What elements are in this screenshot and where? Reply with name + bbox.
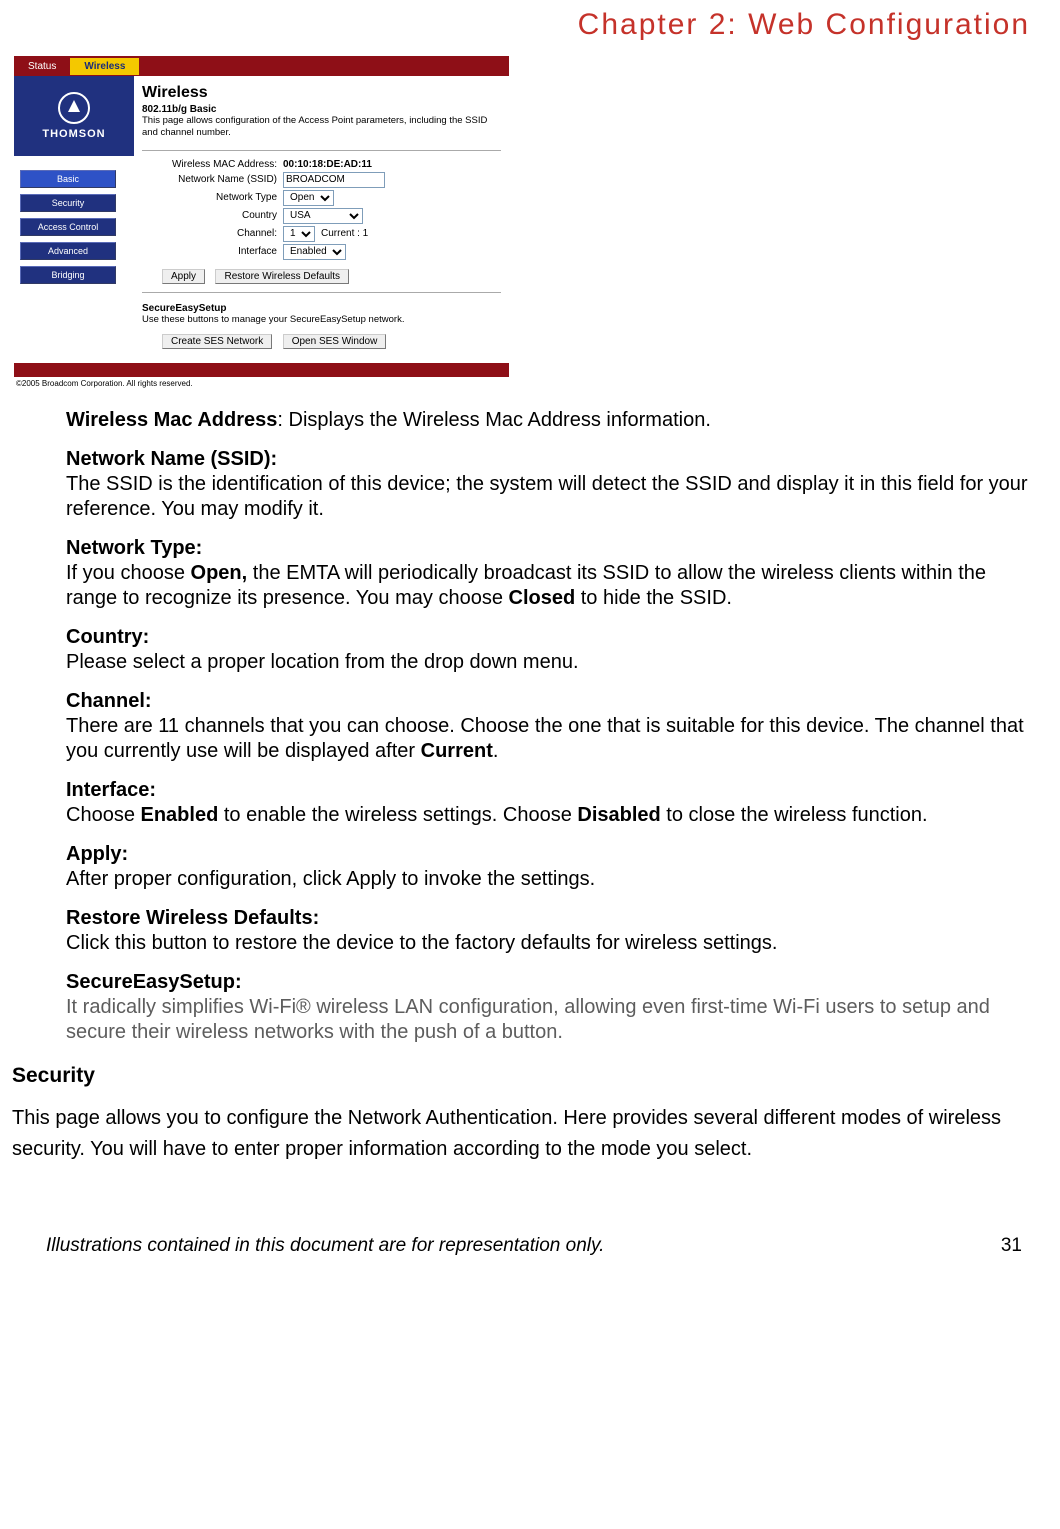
divider <box>142 150 501 151</box>
nettype-select[interactable]: Open <box>283 190 334 206</box>
page-number: 31 <box>1001 1235 1022 1257</box>
topbar: Status Wireless <box>14 56 509 76</box>
item-channel: Channel: There are 11 channels that you … <box>66 689 1042 764</box>
country-select[interactable]: USA <box>283 208 363 224</box>
sidebar: Basic Security Access Control Advanced B… <box>14 156 134 298</box>
panel-title: Wireless <box>142 84 501 102</box>
sidebar-item-advanced[interactable]: Advanced <box>20 242 116 260</box>
item-apply-lead: Apply: <box>66 842 1042 867</box>
create-ses-button[interactable]: Create SES Network <box>162 334 272 349</box>
panel-subtitle: 802.11b/g Basic <box>142 104 501 115</box>
item-channel-text: There are 11 channels that you can choos… <box>66 714 1042 764</box>
channel-label: Channel: <box>142 228 283 239</box>
item-interface: Interface: Choose Enabled to enable the … <box>66 778 1042 828</box>
channel-current: Current : 1 <box>321 228 368 239</box>
item-interface-text: Choose Enabled to enable the wireless se… <box>66 803 1042 828</box>
divider <box>142 292 501 293</box>
item-ssid-text: The SSID is the identification of this d… <box>66 472 1042 522</box>
row-interface: Interface Enabled <box>142 244 501 260</box>
ssid-label: Network Name (SSID) <box>142 174 283 185</box>
ses-heading: SecureEasySetup <box>142 303 501 314</box>
mac-label: Wireless MAC Address: <box>142 159 283 170</box>
item-restore: Restore Wireless Defaults: Click this bu… <box>66 906 1042 956</box>
row-nettype: Network Type Open <box>142 190 501 206</box>
row-country: Country USA <box>142 208 501 224</box>
country-label: Country <box>142 210 283 221</box>
chapter-title: Chapter 2: Web Configuration <box>10 0 1050 50</box>
row-ssid: Network Name (SSID) <box>142 172 501 188</box>
footer-note: Illustrations contained in this document… <box>46 1235 604 1257</box>
item-nettype-lead: Network Type: <box>66 536 1042 561</box>
item-mac-lead: Wireless Mac Address <box>66 409 277 431</box>
item-channel-lead: Channel: <box>66 689 1042 714</box>
ses-description: Use these buttons to manage your SecureE… <box>142 314 501 325</box>
open-ses-button[interactable]: Open SES Window <box>283 334 387 349</box>
item-restore-lead: Restore Wireless Defaults: <box>66 906 1042 931</box>
item-mac-text: : Displays the Wireless Mac Address info… <box>277 409 711 431</box>
item-nettype: Network Type: If you choose Open, the EM… <box>66 536 1042 611</box>
router-screenshot: Status Wireless THOMSON Basic Security A… <box>14 56 509 388</box>
item-ssid: Network Name (SSID): The SSID is the ide… <box>66 447 1042 522</box>
channel-select[interactable]: 1 <box>283 226 315 242</box>
row-mac: Wireless MAC Address: 00:10:18:DE:AD:11 <box>142 159 501 170</box>
item-ssid-lead: Network Name (SSID): <box>66 447 1042 472</box>
restore-defaults-button[interactable]: Restore Wireless Defaults <box>215 269 349 284</box>
item-ses-text: It radically simplifies Wi-Fi® wireless … <box>66 995 1042 1045</box>
interface-select[interactable]: Enabled <box>283 244 346 260</box>
logo-icon <box>58 92 90 124</box>
brand-logo: THOMSON <box>14 76 134 156</box>
item-apply: Apply: After proper configuration, click… <box>66 842 1042 892</box>
item-interface-lead: Interface: <box>66 778 1042 803</box>
mac-value: 00:10:18:DE:AD:11 <box>283 159 372 170</box>
footbar <box>14 363 509 377</box>
panel-description: This page allows configuration of the Ac… <box>142 115 501 140</box>
item-country: Country: Please select a proper location… <box>66 625 1042 675</box>
interface-label: Interface <box>142 246 283 257</box>
item-apply-text: After proper configuration, click Apply … <box>66 867 1042 892</box>
sidebar-item-security[interactable]: Security <box>20 194 116 212</box>
security-heading: Security <box>10 1063 1042 1089</box>
row-channel: Channel: 1 Current : 1 <box>142 226 501 242</box>
item-country-lead: Country: <box>66 625 1042 650</box>
security-paragraph: This page allows you to configure the Ne… <box>10 1103 1042 1165</box>
item-restore-text: Click this button to restore the device … <box>66 931 1042 956</box>
item-ses: SecureEasySetup: It radically simplifies… <box>66 970 1042 1045</box>
item-country-text: Please select a proper location from the… <box>66 650 1042 675</box>
item-nettype-text: If you choose Open, the EMTA will period… <box>66 561 1042 611</box>
sidebar-item-access-control[interactable]: Access Control <box>20 218 116 236</box>
nettype-label: Network Type <box>142 192 283 203</box>
sidebar-item-basic[interactable]: Basic <box>20 170 116 188</box>
item-mac: Wireless Mac Address: Displays the Wirel… <box>66 408 1042 433</box>
apply-button[interactable]: Apply <box>162 269 205 284</box>
logo-text: THOMSON <box>42 128 105 140</box>
copyright: ©2005 Broadcom Corporation. All rights r… <box>14 377 509 388</box>
tab-status[interactable]: Status <box>14 58 70 75</box>
tab-wireless[interactable]: Wireless <box>70 58 139 75</box>
sidebar-item-bridging[interactable]: Bridging <box>20 266 116 284</box>
item-ses-lead: SecureEasySetup: <box>66 970 1042 995</box>
ssid-input[interactable] <box>283 172 385 188</box>
